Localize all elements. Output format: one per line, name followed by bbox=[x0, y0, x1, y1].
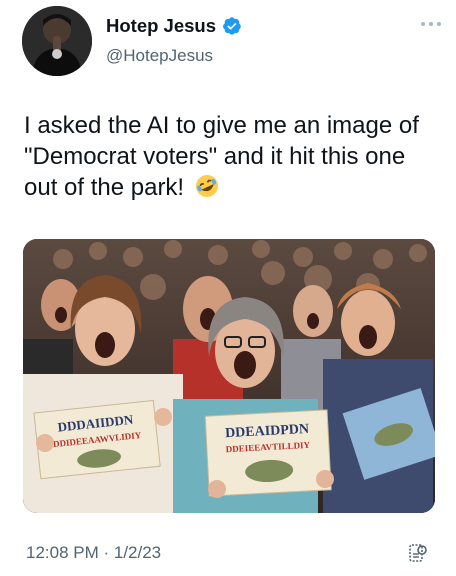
tweet-timestamp[interactable]: 12:08 PM · 1/2/23 bbox=[26, 543, 161, 563]
name-row: Hotep Jesus bbox=[106, 15, 242, 37]
tweet-media-image[interactable]: DDDAIIDDN DDIDEEAAWVLIDIY DDEAIDPDN DDEI… bbox=[23, 239, 435, 513]
handle[interactable]: @HotepJesus bbox=[106, 46, 213, 66]
avatar[interactable] bbox=[22, 6, 92, 76]
avatar-image bbox=[22, 6, 92, 76]
display-name[interactable]: Hotep Jesus bbox=[106, 15, 216, 37]
tweet-body: I asked the AI to give me an image of "D… bbox=[24, 112, 419, 201]
analytics-icon[interactable] bbox=[407, 542, 429, 564]
more-dots-icon[interactable] bbox=[420, 20, 442, 28]
rolling-laughing-emoji-icon bbox=[195, 175, 218, 197]
verified-badge-icon bbox=[223, 17, 241, 35]
crowd-image: DDDAIIDDN DDIDEEAAWVLIDIY DDEAIDPDN DDEI… bbox=[23, 239, 435, 513]
tweet-text: I asked the AI to give me an image of "D… bbox=[24, 110, 434, 203]
tweet-header: Hotep Jesus @HotepJesus bbox=[22, 6, 442, 78]
